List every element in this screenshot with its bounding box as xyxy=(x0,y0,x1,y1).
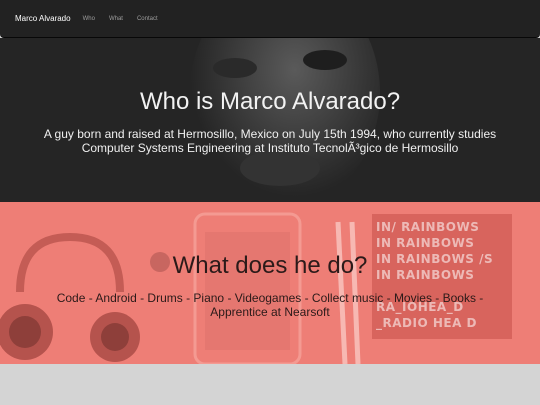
nav-link-what[interactable]: What xyxy=(109,16,123,22)
what-description: Code - Android - Drums - Piano - Videoga… xyxy=(56,291,484,319)
who-heading: Who is Marco Alvarado? xyxy=(139,88,401,115)
album-text-line: IN/ RAINBOWS xyxy=(376,220,480,234)
who-description: A guy born and raised at Hermosillo, Mex… xyxy=(43,127,497,155)
what-heading: What does he do? xyxy=(172,252,368,279)
what-section: IN/ RAINBOWS IN RAINBOWS IN RAINBOWS /S … xyxy=(0,202,540,364)
nav-link-who[interactable]: Who xyxy=(83,16,95,22)
who-section: Who is Marco Alvarado? A guy born and ra… xyxy=(0,38,540,202)
navbar: Marco Alvarado Who What Contact xyxy=(0,0,540,38)
portrait-background-image xyxy=(150,38,400,202)
nav-link-contact[interactable]: Contact xyxy=(137,16,158,22)
brand-link[interactable]: Marco Alvarado xyxy=(15,14,71,23)
album-text-line: IN RAINBOWS xyxy=(376,236,475,250)
footer-area xyxy=(0,364,540,405)
